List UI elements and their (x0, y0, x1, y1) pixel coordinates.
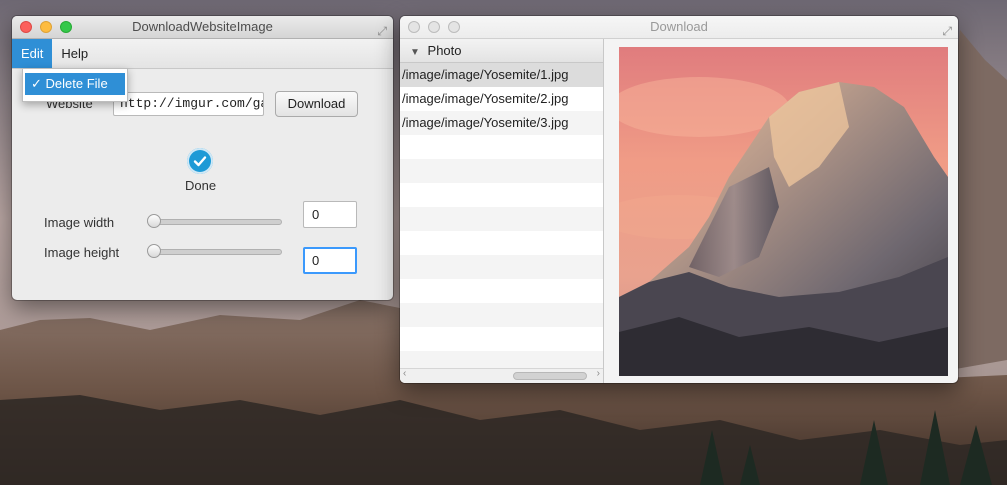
list-item[interactable]: /image/image/Yosemite/3.jpg (400, 111, 603, 135)
empty-row (400, 159, 603, 183)
empty-row (400, 327, 603, 351)
image-width-slider[interactable] (148, 219, 282, 225)
image-width-slider-thumb[interactable] (147, 214, 161, 228)
close-window-button[interactable] (20, 21, 32, 33)
image-width-input[interactable]: 0 (303, 201, 357, 228)
menu-edit[interactable]: Edit (12, 39, 53, 68)
scrollbar-thumb[interactable] (513, 372, 587, 380)
horizontal-scrollbar[interactable]: ‹ › (400, 368, 603, 383)
image-height-slider-thumb[interactable] (147, 244, 161, 258)
empty-row (400, 255, 603, 279)
checkmark-icon: ✓ (31, 76, 42, 91)
empty-row (400, 279, 603, 303)
empty-row (400, 231, 603, 255)
window-title: Download (650, 19, 708, 34)
website-url-input[interactable]: http://imgur.com/ga (113, 92, 264, 116)
empty-row (400, 303, 603, 327)
file-list-panel: ▼ Photo /image/image/Yosemite/1.jpg /ima… (400, 39, 604, 383)
list-item[interactable]: /image/image/Yosemite/1.jpg (400, 63, 603, 87)
empty-row (400, 135, 603, 159)
download-button[interactable]: Download (275, 91, 358, 117)
list-column-header[interactable]: ▼ Photo (400, 39, 603, 63)
close-window-button[interactable] (408, 21, 420, 33)
download-window: Download ⤢ ▼ Photo /image/image/Yosemite… (400, 16, 958, 383)
window-title: DownloadWebsiteImage (132, 19, 273, 34)
menu-item-delete-file-label: Delete File (45, 76, 108, 91)
image-preview (619, 47, 948, 376)
minimize-window-button[interactable] (428, 21, 440, 33)
scroll-right-icon[interactable]: › (597, 368, 600, 379)
menu-item-delete-file[interactable]: ✓ Delete File (25, 73, 125, 95)
zoom-window-button[interactable] (60, 21, 72, 33)
scroll-left-icon[interactable]: ‹ (403, 368, 406, 379)
image-height-slider[interactable] (148, 249, 282, 255)
menu-bar: Edit Help (12, 39, 393, 69)
image-height-label: Image height (44, 245, 120, 260)
status-text: Done (185, 178, 217, 193)
zoom-window-button[interactable] (448, 21, 460, 33)
minimize-window-button[interactable] (40, 21, 52, 33)
image-width-label: Image width (44, 215, 115, 230)
main-window: DownloadWebsiteImage ⤢ Edit Help Website… (12, 16, 393, 300)
download-window-titlebar[interactable]: Download ⤢ (400, 16, 958, 39)
done-check-icon (187, 148, 213, 174)
edit-menu-dropdown: ✓ Delete File (22, 68, 128, 102)
image-height-input[interactable]: 0 (303, 247, 357, 274)
column-header-label: Photo (427, 43, 462, 58)
empty-row (400, 183, 603, 207)
list-item[interactable]: /image/image/Yosemite/2.jpg (400, 87, 603, 111)
menu-help[interactable]: Help (52, 39, 97, 68)
fullscreen-icon[interactable]: ⤢ (942, 20, 952, 42)
fullscreen-icon[interactable]: ⤢ (377, 20, 387, 42)
mountain-photo-icon (619, 47, 948, 376)
empty-row (400, 207, 603, 231)
disclosure-triangle-icon[interactable]: ▼ (410, 47, 420, 58)
main-window-titlebar[interactable]: DownloadWebsiteImage ⤢ (12, 16, 393, 39)
